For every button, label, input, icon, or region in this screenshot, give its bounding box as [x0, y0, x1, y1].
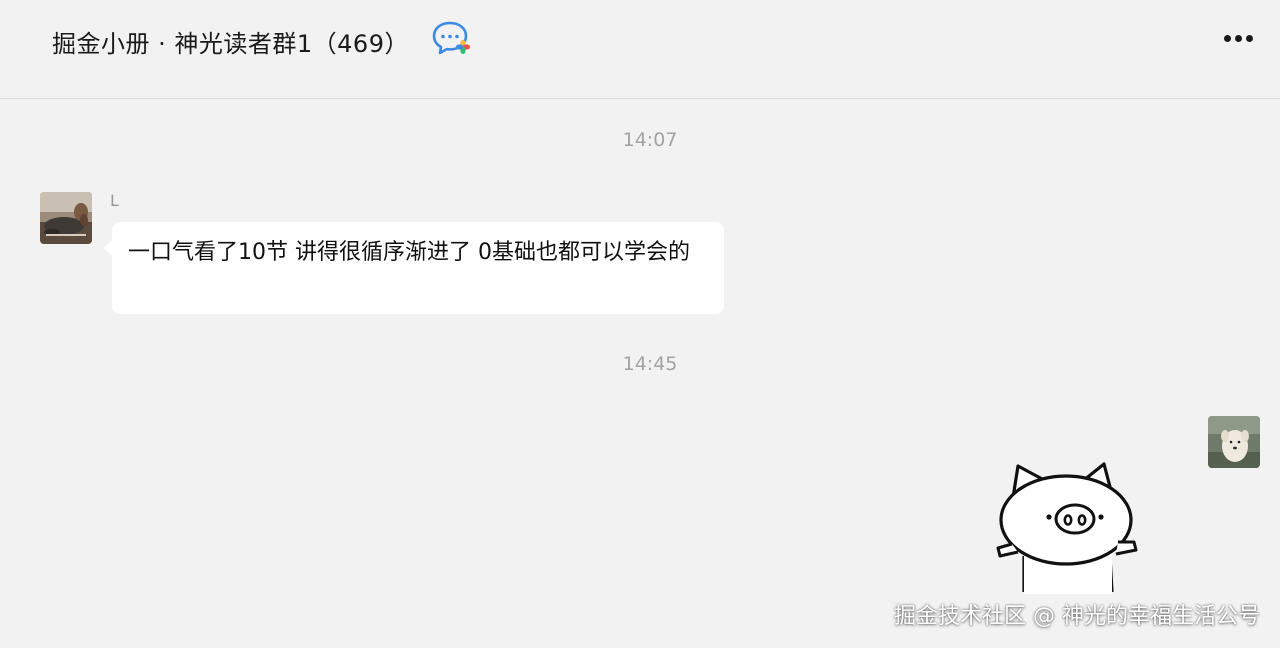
- chat-title: 掘金小册 · 神光读者群1（469）: [52, 30, 409, 58]
- sender-name: L: [110, 191, 119, 210]
- message-bubble[interactable]: 一口气看了10节 讲得很循序渐进了 0基础也都可以学会的: [104, 222, 724, 314]
- more-dots-icon: [1224, 35, 1231, 42]
- puppy-avatar-icon: [1208, 416, 1260, 468]
- dog-avatar-icon: [40, 192, 92, 244]
- watermark-text: 掘金技术社区 @ 神光的幸福生活公号: [894, 604, 1260, 629]
- message-text: 一口气看了10节 讲得很循序渐进了 0基础也都可以学会的: [128, 240, 690, 265]
- timestamp: 14:07: [622, 129, 678, 151]
- my-avatar[interactable]: [1208, 416, 1260, 468]
- more-options-button[interactable]: [1222, 30, 1262, 48]
- pig-sticker[interactable]: [990, 456, 1146, 596]
- chat-header: 掘金小册 · 神光读者群1（469）: [0, 0, 1280, 99]
- sender-avatar[interactable]: [40, 192, 92, 244]
- timestamp: 14:45: [622, 353, 678, 375]
- chat-bubble-icon[interactable]: [432, 20, 472, 56]
